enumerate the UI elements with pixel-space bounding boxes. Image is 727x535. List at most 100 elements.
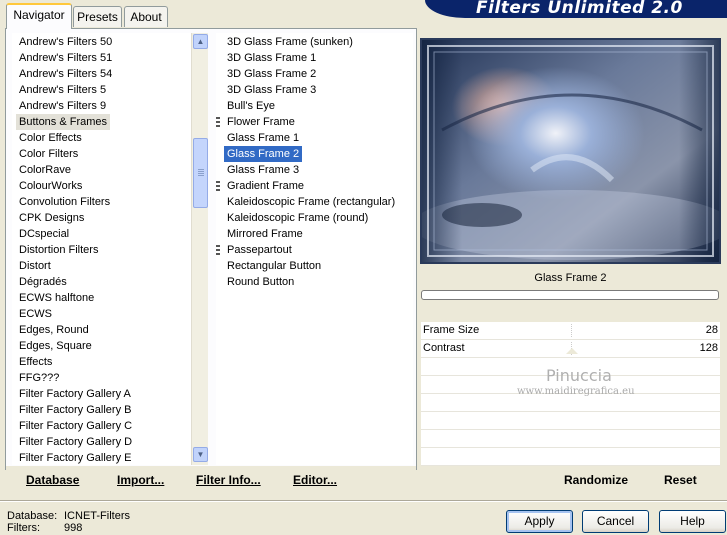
category-item[interactable]: Filter Factory Gallery A: [16, 386, 134, 402]
param-label: Contrast: [423, 342, 465, 354]
empty-param-row: [421, 448, 720, 466]
category-item[interactable]: Andrew's Filters 50: [16, 34, 115, 50]
status-filters-value: 998: [64, 522, 83, 534]
category-item[interactable]: Edges, Square: [16, 338, 95, 354]
filter-item[interactable]: Glass Frame 3: [224, 162, 302, 178]
reset-button[interactable]: Reset: [664, 473, 697, 487]
category-item[interactable]: Andrew's Filters 54: [16, 66, 115, 82]
category-item[interactable]: Distortion Filters: [16, 242, 101, 258]
filter-item-label: Glass Frame 3: [227, 164, 300, 176]
filter-item-label: Passepartout: [227, 244, 292, 256]
param-value[interactable]: 28: [706, 324, 718, 336]
slider-marker: [566, 348, 578, 354]
category-item[interactable]: Andrew's Filters 5: [16, 82, 109, 98]
filter-item-label: Flower Frame: [227, 116, 295, 128]
filter-info-button[interactable]: Filter Info...: [196, 473, 261, 487]
filter-item[interactable]: Rectangular Button: [224, 258, 324, 274]
filter-list[interactable]: 3D Glass Frame (sunken) 3D Glass Frame 1 3…: [216, 33, 413, 465]
submenu-grip-icon: [216, 117, 220, 128]
filter-item-label: 3D Glass Frame 2: [227, 68, 317, 80]
category-item[interactable]: Color Effects: [16, 130, 85, 146]
filter-item[interactable]: Kaleidoscopic Frame (rectangular): [224, 194, 398, 210]
category-item[interactable]: Convolution Filters: [16, 194, 113, 210]
filter-item-label: Gradient Frame: [227, 180, 305, 192]
category-scrollbar[interactable]: ▲ ▼: [191, 33, 208, 465]
filter-item-label: Kaleidoscopic Frame (rectangular): [227, 196, 396, 208]
status-database-label: Database:: [7, 510, 58, 522]
category-item[interactable]: Filter Factory Gallery C: [16, 418, 135, 434]
submenu-grip-icon: [216, 245, 220, 256]
filter-item-label: Rectangular Button: [227, 260, 322, 272]
category-item[interactable]: Filter Factory Gallery B: [16, 402, 134, 418]
filter-item-label: Glass Frame 2: [227, 148, 300, 160]
category-item[interactable]: Filter Factory Gallery E: [16, 450, 134, 465]
category-item[interactable]: Andrew's Filters 9: [16, 98, 109, 114]
param-value[interactable]: 128: [700, 342, 718, 354]
category-list[interactable]: Andrew's Filters 50 Andrew's Filters 51 An…: [12, 33, 208, 465]
filter-item-label: Bull's Eye: [227, 100, 275, 112]
status-database-value: ICNET-Filters: [64, 510, 130, 522]
empty-param-row: [421, 412, 720, 430]
filter-item[interactable]: Passepartout: [216, 242, 295, 258]
filter-item[interactable]: 3D Glass Frame 2: [224, 66, 319, 82]
scroll-thumb[interactable]: [193, 138, 208, 208]
filter-item-label: 3D Glass Frame (sunken): [227, 36, 353, 48]
filter-item-label: Round Button: [227, 276, 295, 288]
filter-item[interactable]: 3D Glass Frame (sunken): [224, 34, 356, 50]
filter-item[interactable]: Round Button: [224, 274, 297, 290]
scroll-down-button[interactable]: ▼: [193, 447, 208, 462]
progress-bar: [421, 290, 719, 300]
separator: [0, 500, 727, 502]
header-title: Filters Unlimited 2.0: [476, 0, 683, 18]
watermark-site: www.maidiregrafica.eu: [517, 386, 635, 397]
submenu-grip-icon: [216, 181, 220, 192]
category-item[interactable]: ECWS halftone: [16, 290, 97, 306]
category-item[interactable]: CPK Designs: [16, 210, 87, 226]
category-item[interactable]: Effects: [16, 354, 55, 370]
preview-filter-name: Glass Frame 2: [534, 272, 607, 284]
help-button[interactable]: Help: [659, 510, 726, 533]
watermark-name: Pinuccia: [546, 366, 612, 385]
filter-item[interactable]: Flower Frame: [216, 114, 298, 130]
param-label: Frame Size: [423, 324, 480, 336]
status-filters-label: Filters:: [7, 522, 40, 534]
category-item[interactable]: ECWS: [16, 306, 55, 322]
category-item[interactable]: Edges, Round: [16, 322, 92, 338]
tab-presets[interactable]: Presets: [73, 6, 122, 27]
tab-about[interactable]: About: [124, 6, 168, 27]
filter-item[interactable]: 3D Glass Frame 1: [224, 50, 319, 66]
category-item[interactable]: DCspecial: [16, 226, 72, 242]
scroll-up-button[interactable]: ▲: [193, 34, 208, 49]
database-button[interactable]: Database: [26, 473, 79, 487]
filter-item[interactable]: Glass Frame 1: [224, 130, 302, 146]
param-slider-center-tick: [571, 324, 572, 337]
filter-item[interactable]: Bull's Eye: [224, 98, 278, 114]
filter-item[interactable]: Glass Frame 2: [224, 146, 303, 162]
editor-button[interactable]: Editor...: [293, 473, 337, 487]
category-item[interactable]: Buttons & Frames: [16, 114, 111, 130]
empty-param-row: [421, 430, 720, 448]
category-item[interactable]: ColorRave: [16, 162, 74, 178]
import-button[interactable]: Import...: [117, 473, 164, 487]
category-item[interactable]: FFG???: [16, 370, 62, 386]
filter-item-label: 3D Glass Frame 1: [227, 52, 317, 64]
param-row[interactable]: Frame Size 28: [421, 322, 720, 340]
category-item[interactable]: ColourWorks: [16, 178, 85, 194]
filter-item[interactable]: Mirrored Frame: [224, 226, 306, 242]
cancel-button[interactable]: Cancel: [582, 510, 649, 533]
category-item[interactable]: Distort: [16, 258, 54, 274]
filter-item-label: 3D Glass Frame 3: [227, 84, 317, 96]
randomize-button[interactable]: Randomize: [564, 473, 628, 487]
category-item[interactable]: Color Filters: [16, 146, 81, 162]
tab-navigator[interactable]: Navigator: [6, 3, 72, 29]
preview-image: [422, 40, 719, 262]
apply-button[interactable]: Apply: [506, 510, 573, 533]
filter-item-label: Glass Frame 1: [227, 132, 300, 144]
category-item[interactable]: Filter Factory Gallery D: [16, 434, 135, 450]
category-item[interactable]: Andrew's Filters 51: [16, 50, 115, 66]
filter-item[interactable]: Gradient Frame: [216, 178, 307, 194]
filter-item[interactable]: Kaleidoscopic Frame (round): [224, 210, 371, 226]
filter-item-label: Mirrored Frame: [227, 228, 303, 240]
filter-item[interactable]: 3D Glass Frame 3: [224, 82, 319, 98]
category-item[interactable]: Dégradés: [16, 274, 70, 290]
